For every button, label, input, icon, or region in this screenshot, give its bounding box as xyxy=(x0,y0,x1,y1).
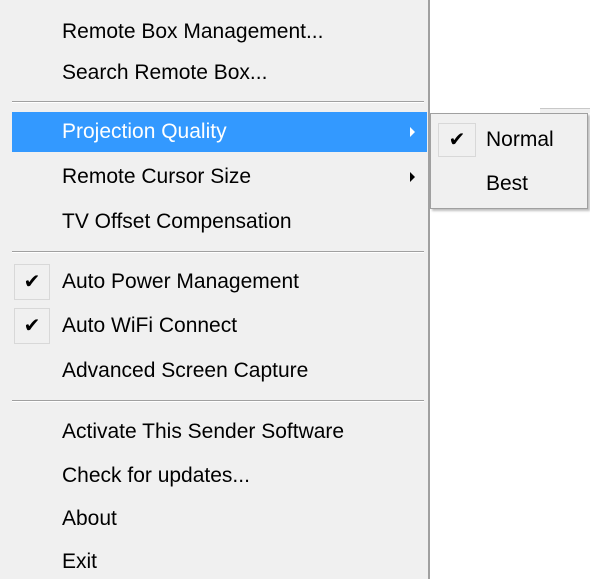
menu-border xyxy=(428,0,430,579)
menu-item-tv-offset-compensation[interactable]: TV Offset Compensation xyxy=(12,202,427,242)
menu-separator xyxy=(12,400,424,402)
checkmark-icon: ✔ xyxy=(14,308,50,344)
menu-item-label: Exit xyxy=(62,550,98,573)
submenu-item-best[interactable]: Best xyxy=(434,164,586,204)
menu-item-label: Remote Box Management... xyxy=(62,20,324,43)
menu-item-label: Auto Power Management xyxy=(62,270,299,293)
submenu-item-normal[interactable]: ✔ Normal xyxy=(434,120,586,160)
menu-item-auto-power-management[interactable]: ✔ Auto Power Management xyxy=(12,262,427,302)
submenu-item-label: Normal xyxy=(486,128,554,151)
menu-item-label: Remote Cursor Size xyxy=(62,165,252,188)
menu-item-label: Activate This Sender Software xyxy=(62,420,345,443)
menu-item-label: Auto WiFi Connect xyxy=(62,314,238,337)
menu-item-label: Advanced Screen Capture xyxy=(62,359,309,382)
menu-item-label: TV Offset Compensation xyxy=(62,210,292,233)
submenu-item-label: Best xyxy=(486,172,529,195)
menu-item-check-for-updates[interactable]: Check for updates... xyxy=(12,456,427,496)
menu-item-label: Check for updates... xyxy=(62,464,250,487)
menu-separator xyxy=(12,101,424,103)
menu-item-search-remote-box[interactable]: Search Remote Box... xyxy=(12,53,427,93)
projection-quality-submenu: ✔ Normal Best xyxy=(430,113,588,209)
menu-item-exit[interactable]: Exit xyxy=(12,542,427,582)
menu-item-advanced-screen-capture[interactable]: Advanced Screen Capture xyxy=(12,351,427,391)
menu-item-auto-wifi-connect[interactable]: ✔ Auto WiFi Connect xyxy=(12,306,427,346)
menu-item-remote-box-management[interactable]: Remote Box Management... xyxy=(12,12,427,52)
menu-item-label: Projection Quality xyxy=(62,120,227,143)
menu-item-remote-cursor-size[interactable]: Remote Cursor Size xyxy=(12,157,427,197)
checkmark-icon: ✔ xyxy=(438,123,476,157)
submenu-arrow-icon xyxy=(410,127,415,137)
checkmark-icon: ✔ xyxy=(14,264,50,300)
context-menu: Remote Box Management... Search Remote B… xyxy=(0,0,430,579)
menu-item-projection-quality[interactable]: Projection Quality xyxy=(12,112,427,152)
menu-item-label: Search Remote Box... xyxy=(62,61,268,84)
menu-item-label: About xyxy=(62,507,117,530)
menu-separator xyxy=(12,251,424,253)
submenu-arrow-icon xyxy=(410,172,415,182)
menu-item-activate-sender-software[interactable]: Activate This Sender Software xyxy=(12,412,427,452)
menu-item-about[interactable]: About xyxy=(12,499,427,539)
